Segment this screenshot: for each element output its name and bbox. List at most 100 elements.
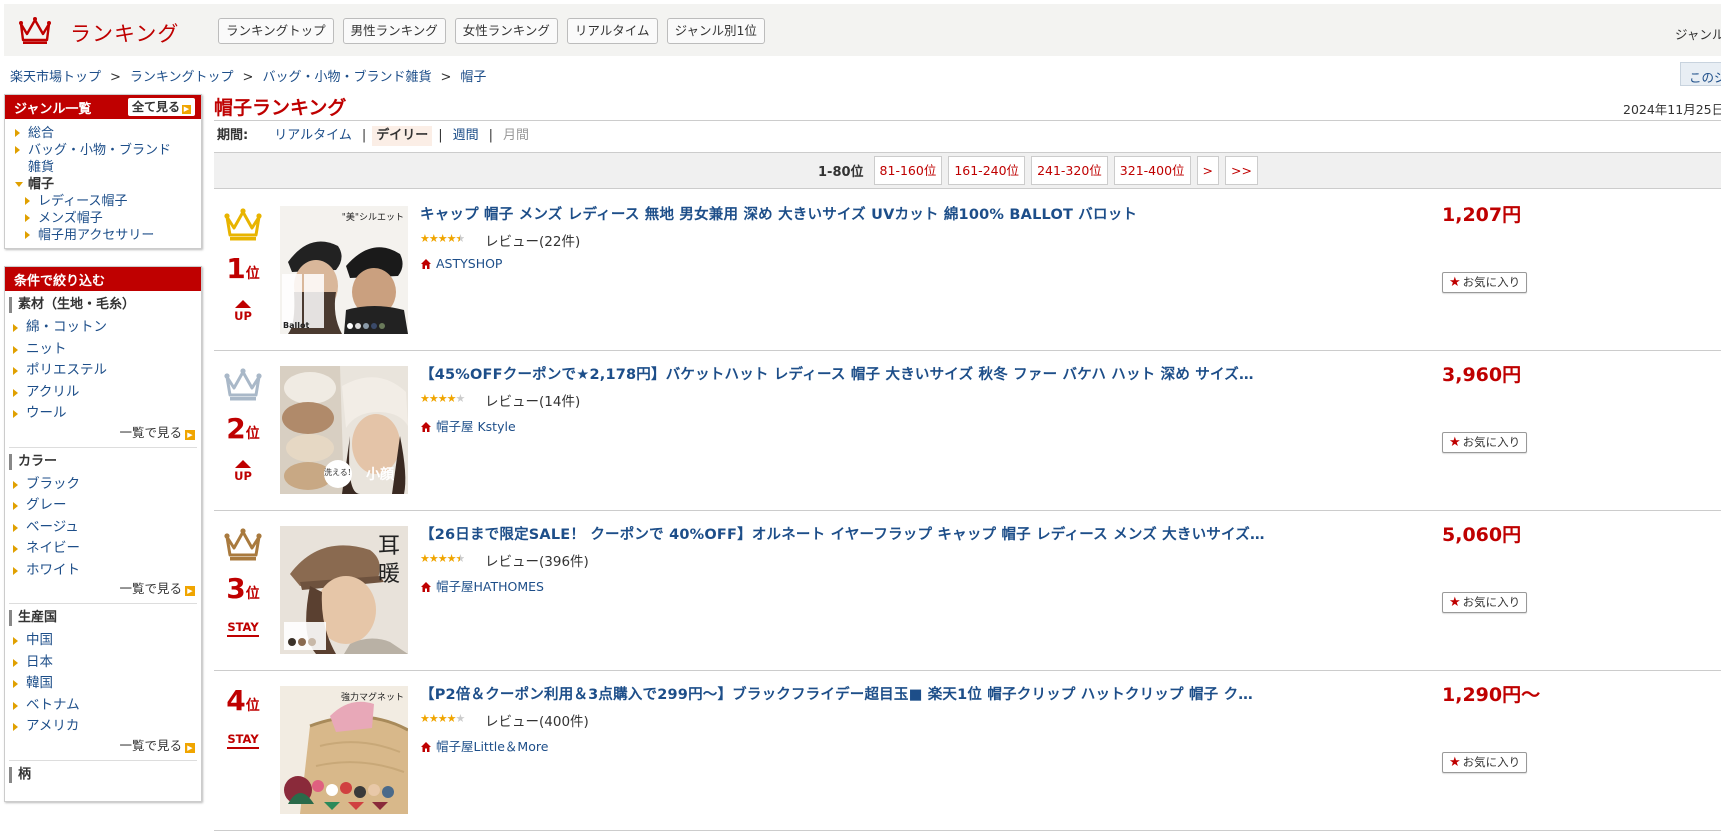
- shop-name: 帽子屋 Kstyle: [436, 419, 516, 434]
- filter-option-label: ニット: [26, 340, 67, 357]
- page-link[interactable]: 81-160位: [873, 156, 943, 185]
- genre-item[interactable]: メンズ帽子: [5, 210, 201, 227]
- filter-option[interactable]: ネイビー: [9, 538, 197, 560]
- filter-section-title: 柄: [9, 766, 197, 783]
- review-link[interactable]: レビュー(396件): [485, 550, 589, 570]
- filter-option[interactable]: 綿・コットン: [9, 317, 197, 339]
- see-more-link[interactable]: 一覧で見る ▶: [9, 738, 197, 754]
- rank-unit: 位: [245, 698, 260, 714]
- page-link[interactable]: 321-400位: [1113, 156, 1191, 185]
- arrow-icon: ▶: [185, 742, 195, 753]
- filter-option-label: ベージュ: [26, 518, 79, 535]
- add-to-favorites-button[interactable]: ★ お気に入り: [1442, 752, 1528, 773]
- triangle-icon: [13, 658, 18, 667]
- see-more-link[interactable]: 一覧で見る ▶: [9, 581, 197, 597]
- product-title-link[interactable]: キャップ 帽子 メンズ レディース 無地 男女兼用 深め 大きいサイズ UVカッ…: [420, 203, 1430, 224]
- filter-option[interactable]: アメリカ: [9, 716, 197, 738]
- filter-option-label: グレー: [26, 497, 67, 513]
- filter-option[interactable]: ニット: [9, 339, 197, 361]
- trend-label: UP: [234, 309, 252, 323]
- nav-realtime[interactable]: リアルタイム: [566, 18, 658, 44]
- review-link[interactable]: レビュー(400件): [485, 710, 589, 730]
- filter-option[interactable]: 韓国: [9, 673, 197, 695]
- product-title-link[interactable]: 【26日まで限定SALE！ クーポンで 40%OFF】オルネート イヤーフラップ…: [420, 523, 1430, 544]
- filter-option[interactable]: ウール: [9, 403, 197, 425]
- filter-option[interactable]: ブラック: [9, 474, 197, 496]
- shop-link[interactable]: ASTYSHOP: [420, 256, 502, 271]
- genre-menu-link[interactable]: ジャンル: [1675, 24, 1721, 43]
- price: 1,290円～: [1442, 684, 1541, 706]
- period-option[interactable]: リアルタイム: [270, 126, 356, 146]
- rank-number: 2位: [214, 412, 272, 445]
- filter-option[interactable]: ホワイト: [9, 560, 197, 582]
- genre-item-label: 帽子: [28, 177, 55, 192]
- product-image[interactable]: 洗える! 小顔: [280, 366, 408, 494]
- price: 3,960円: [1442, 364, 1522, 386]
- crown-logo-icon[interactable]: [18, 14, 52, 46]
- add-to-favorites-button[interactable]: ★ お気に入り: [1442, 272, 1528, 293]
- breadcrumb-item[interactable]: ランキングトップ: [130, 70, 234, 85]
- filter-option[interactable]: 日本: [9, 652, 197, 674]
- filter-option[interactable]: ベージュ: [9, 517, 197, 539]
- triangle-icon: [13, 410, 18, 418]
- product-title-link[interactable]: 【45%OFFクーポンで★2,178円】バケットハット レディース 帽子 大きい…: [420, 363, 1430, 384]
- genre-item[interactable]: 帽子用アクセサリー: [5, 227, 201, 244]
- breadcrumb-item[interactable]: 帽子: [460, 70, 486, 85]
- shop-link[interactable]: 帽子屋Little＆More: [420, 736, 548, 755]
- shop-icon: [421, 742, 431, 752]
- star-icon: ★: [455, 232, 466, 245]
- triangle-icon: [13, 388, 18, 397]
- see-all-genres-button[interactable]: 全て見る ▶: [127, 98, 195, 116]
- see-more-link[interactable]: 一覧で見る ▶: [9, 425, 197, 441]
- nav-genre-first[interactable]: ジャンル別1位: [666, 18, 765, 44]
- page-link[interactable]: 241-320位: [1031, 156, 1108, 185]
- add-to-favorites-button[interactable]: ★ お気に入り: [1442, 432, 1528, 453]
- star-icon: ★: [420, 392, 430, 405]
- filter-option[interactable]: 中国: [9, 630, 197, 652]
- filter-option[interactable]: グレー: [9, 495, 197, 517]
- review-link[interactable]: レビュー(14件): [485, 390, 580, 410]
- page-link[interactable]: >: [1196, 156, 1220, 185]
- filter-option[interactable]: ベトナム: [9, 695, 197, 717]
- shop-icon: [421, 582, 431, 592]
- nav-men-ranking[interactable]: 男性ランキング: [342, 18, 446, 44]
- nav-women-ranking[interactable]: 女性ランキング: [454, 18, 558, 44]
- triangle-icon: [15, 129, 20, 137]
- crown-gold-icon: [224, 208, 262, 241]
- shop-link[interactable]: 帽子屋HATHOMES: [420, 576, 544, 595]
- genre-item[interactable]: 総合: [5, 125, 201, 142]
- genre-item[interactable]: バッグ・小物・ブランド: [5, 142, 201, 159]
- shop-icon: [421, 259, 431, 269]
- genre-list-header: ジャンル一覧 全て見る ▶: [5, 95, 201, 119]
- breadcrumb-item[interactable]: 楽天市場トップ: [10, 70, 101, 85]
- star-icon: ★: [446, 392, 457, 405]
- product-image[interactable]: 耳暖: [280, 526, 408, 654]
- filter-option[interactable]: ポリエステル: [9, 360, 197, 382]
- genre-list-title: ジャンル一覧: [14, 102, 92, 117]
- shop-link[interactable]: 帽子屋 Kstyle: [420, 416, 516, 435]
- star-icon: ★: [455, 392, 466, 405]
- header: ランキング ランキングトップ 男性ランキング 女性ランキング リアルタイム ジャ…: [4, 4, 1721, 56]
- right-tab[interactable]: このジ: [1680, 62, 1721, 86]
- product-title-link[interactable]: 【P2倍＆クーポン利用＆3点購入で299円～】ブラックフライデー超目玉■ 楽天1…: [420, 683, 1430, 704]
- breadcrumb-item[interactable]: バッグ・小物・ブランド雑貨: [262, 70, 431, 85]
- filter-option[interactable]: アクリル: [9, 382, 197, 404]
- review-link[interactable]: レビュー(22件): [485, 230, 580, 250]
- product-image[interactable]: "美"シルエット Ballot: [280, 206, 408, 334]
- page-link[interactable]: 161-240位: [948, 156, 1026, 185]
- logo-text[interactable]: ランキング: [70, 18, 179, 48]
- rank-number: 4位: [214, 684, 272, 717]
- page-link[interactable]: >>: [1225, 156, 1258, 185]
- star-icon: ★: [1449, 755, 1461, 770]
- period-option[interactable]: 週間: [449, 126, 483, 146]
- star-icon: ★: [446, 552, 457, 565]
- shop-name: ASTYSHOP: [436, 256, 503, 271]
- genre-item[interactable]: レディース帽子: [5, 193, 201, 210]
- period-separator: |: [361, 128, 367, 143]
- add-to-favorites-button[interactable]: ★ お気に入り: [1442, 592, 1528, 613]
- nav-ranking-top[interactable]: ランキングトップ: [218, 18, 334, 44]
- product-image[interactable]: 強力マグネット: [280, 686, 408, 814]
- rank-value: 3: [226, 572, 246, 605]
- star-icon: ★: [428, 712, 439, 725]
- arrow-icon: ▶: [185, 429, 195, 440]
